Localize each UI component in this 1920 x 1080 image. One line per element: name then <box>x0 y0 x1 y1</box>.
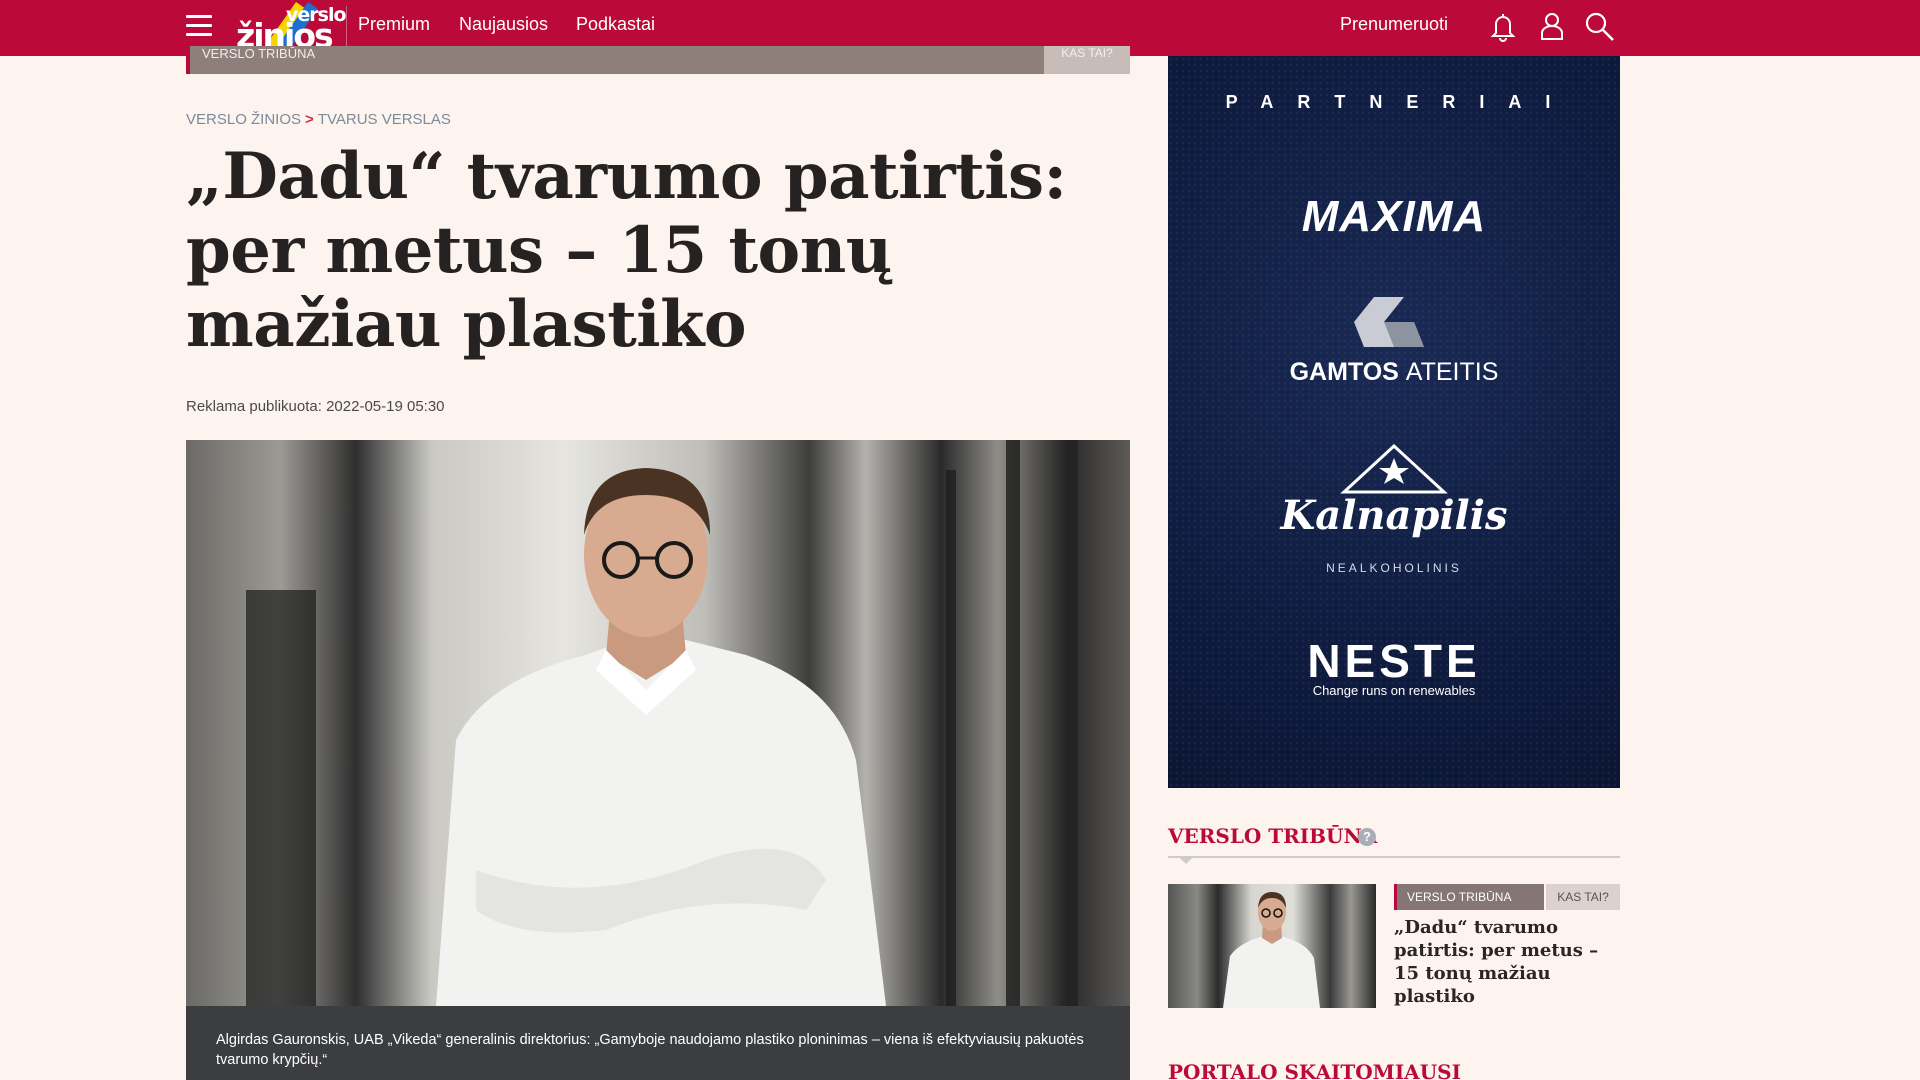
tribuna-thumbnail[interactable] <box>1168 884 1376 1008</box>
breadcrumb-separator: > <box>305 111 314 128</box>
article-hero-image <box>186 440 1130 1006</box>
nav-link-podkastai[interactable]: Podkastai <box>576 14 655 35</box>
breadcrumb-root[interactable]: VERSLO ŽINIOS <box>186 111 301 128</box>
hero-photo-person <box>246 440 1078 1006</box>
bell-icon[interactable] <box>1486 9 1520 43</box>
popular-heading: PORTALO SKAITOMIAUSI <box>1168 1060 1461 1080</box>
strip-what-is-it[interactable]: KAS TAI? <box>1044 46 1130 74</box>
menu-icon[interactable] <box>186 15 212 37</box>
image-caption: Algirdas Gauronskis, UAB „Vikeda“ genera… <box>186 1006 1130 1080</box>
breadcrumb-section[interactable]: TVARUS VERSLAS <box>318 111 451 128</box>
kalnapilis-mountain-icon <box>1340 444 1448 494</box>
sponsored-strip: VERSLO TRIBŪNA KAS TAI? <box>186 46 1130 74</box>
breadcrumb: VERSLO ŽINIOS > TVARUS VERSLAS <box>186 111 451 128</box>
thumbnail-photo-person <box>1223 892 1320 1008</box>
gamtos-bold: GAMTOS <box>1289 358 1399 386</box>
gamtos-ateitis-logo[interactable]: GAMTOS ATEITIS <box>1168 358 1620 387</box>
partners-heading: PARTNERIAI <box>1225 92 1575 112</box>
site-logo[interactable]: verslo žinios <box>234 2 347 61</box>
maxima-logo[interactable]: MAXIMA <box>1168 192 1620 242</box>
verslo-tribuna-heading[interactable]: VERSLO TRIBŪNA <box>1168 824 1377 848</box>
tribuna-article-title[interactable]: „Dadu“ tvarumo patirtis: per metus – 15 … <box>1394 916 1622 1008</box>
user-icon[interactable] <box>1535 9 1569 43</box>
help-icon[interactable]: ? <box>1358 828 1376 846</box>
nav-divider <box>346 6 347 46</box>
kalnapilis-logo[interactable]: Kalnapilis <box>1168 492 1620 539</box>
gamtos-light: ATEITIS <box>1405 358 1499 386</box>
partners-ad[interactable]: PARTNERIAI MAXIMA GAMTOS ATEITIS Kalnapi… <box>1168 56 1620 788</box>
section-divider-notch <box>1178 856 1194 864</box>
kalnapilis-subtitle: NEALKOHOLINIS <box>1326 561 1462 575</box>
search-icon[interactable] <box>1582 9 1616 43</box>
article-meta: Reklama publikuota: 2022-05-19 05:30 <box>186 398 445 415</box>
neste-tagline: Change runs on renewables <box>1312 683 1476 698</box>
gamtos-ateitis-icon <box>1354 297 1424 347</box>
neste-logo[interactable]: NESTE <box>1168 634 1620 688</box>
section-divider <box>1168 856 1620 858</box>
strip-label: VERSLO TRIBŪNA <box>202 46 316 61</box>
tribuna-what-is-it[interactable]: KAS TAI? <box>1546 884 1620 910</box>
nav-link-premium[interactable]: Premium <box>358 14 430 35</box>
subscribe-link[interactable]: Prenumeruoti <box>1340 14 1448 35</box>
nav-link-naujausios[interactable]: Naujausios <box>459 14 548 35</box>
tribuna-tag[interactable]: VERSLO TRIBŪNA <box>1394 884 1544 910</box>
article-title: „Dadu“ tvarumo patirtis: per metus – 15 … <box>186 139 1067 362</box>
